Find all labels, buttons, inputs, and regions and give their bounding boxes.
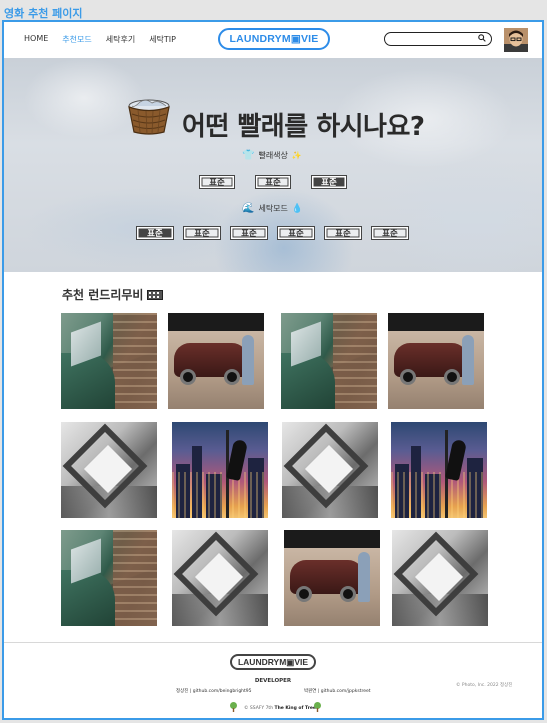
nav-home[interactable]: HOME	[24, 34, 48, 45]
wave-icon: 🌊	[242, 203, 255, 214]
color-section-label: 👕 빨래색상 ✨	[242, 150, 302, 161]
search-input[interactable]	[391, 41, 479, 52]
developer-2[interactable]: 박원연 | github.com/jppkstreet	[304, 688, 371, 694]
ssafy-credit: © SSAFY 7th The King of Tree	[244, 706, 316, 711]
nav-recommend[interactable]: 추천모드	[62, 34, 91, 45]
movie-poster[interactable]	[282, 422, 378, 518]
hero-title: 어떤 빨래를 하시나요?	[182, 112, 425, 142]
movie-poster[interactable]	[281, 313, 377, 409]
mode-option-3[interactable]: 표준	[230, 226, 268, 240]
movie-poster[interactable]	[172, 530, 268, 626]
tree-icon	[230, 702, 237, 712]
color-option-3[interactable]: 표준	[311, 175, 347, 189]
main-nav: HOME 추천모드 세탁후기 세탁TIP	[24, 34, 176, 45]
search-icon[interactable]	[478, 34, 486, 42]
mode-option-6[interactable]: 표준	[371, 226, 409, 240]
nav-reviews[interactable]: 세탁후기	[106, 34, 135, 45]
mode-section-label: 🌊 세탁모드 💧	[242, 203, 303, 214]
mode-option-1[interactable]: 표준	[136, 226, 174, 240]
color-option-2[interactable]: 표준	[255, 175, 291, 189]
mode-section-text: 세탁모드	[258, 204, 288, 213]
movie-poster[interactable]	[172, 422, 268, 518]
footer-divider	[4, 642, 542, 643]
section-title-text: 추천 런드리무비	[62, 288, 144, 302]
film-icon	[147, 289, 164, 300]
site-logo[interactable]: LAUNDRYM▣VIE	[218, 28, 330, 50]
developer-1[interactable]: 정상진 | github.com/beingbright95	[176, 688, 252, 694]
movie-poster[interactable]	[391, 422, 487, 518]
movie-poster[interactable]	[388, 313, 484, 409]
movie-poster[interactable]	[61, 313, 157, 409]
movie-poster[interactable]	[61, 530, 157, 626]
team-name: The King of Tree	[274, 706, 316, 711]
ssafy-prefix: © SSAFY 7th	[244, 706, 274, 711]
laundry-basket-icon	[128, 99, 170, 135]
mode-option-2[interactable]: 표준	[183, 226, 221, 240]
nav-tips[interactable]: 세탁TIP	[149, 34, 176, 45]
avatar[interactable]	[504, 28, 528, 52]
tree-icon	[314, 702, 321, 712]
footer-logo[interactable]: LAUNDRYM▣VIE	[230, 654, 316, 670]
hero-banner: 어떤 빨래를 하시나요? 👕 빨래색상 ✨ 표준 표준 표준 🌊 세탁모드 💧 …	[4, 58, 542, 272]
movie-poster[interactable]	[168, 313, 264, 409]
sparkle-icon: ✨	[291, 151, 302, 160]
color-option-1[interactable]: 표준	[199, 175, 235, 189]
mode-option-4[interactable]: 표준	[277, 226, 315, 240]
search-box	[384, 32, 492, 52]
movie-poster[interactable]	[61, 422, 157, 518]
mode-option-5[interactable]: 표준	[324, 226, 362, 240]
section-title: 추천 런드리무비	[62, 286, 164, 303]
droplet-icon: 💧	[291, 203, 304, 214]
frame-label: 영화 추천 페이지	[4, 7, 83, 20]
movie-poster[interactable]	[392, 530, 488, 626]
shirt-icon: 👕	[242, 150, 255, 161]
movie-poster[interactable]	[284, 530, 380, 626]
copyright: © Photo, Inc. 2022 정상진	[456, 683, 513, 688]
header: HOME 추천모드 세탁후기 세탁TIP LAUNDRYM▣VIE	[4, 22, 542, 58]
user-avatar-icon	[504, 28, 528, 52]
page-frame: HOME 추천모드 세탁후기 세탁TIP LAUNDRYM▣VIE 어떤 빨래를…	[2, 20, 544, 720]
color-section-text: 빨래색상	[258, 151, 288, 160]
